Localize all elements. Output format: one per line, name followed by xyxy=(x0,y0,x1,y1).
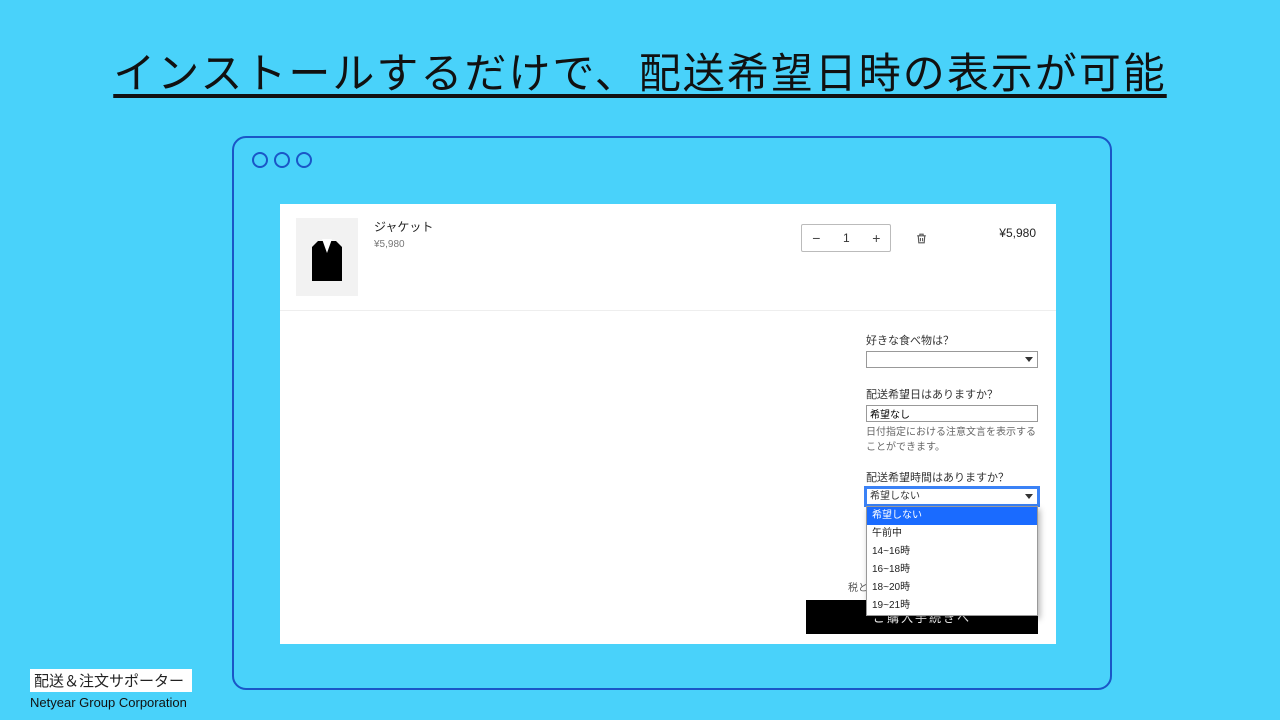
cart-row: ジャケット ¥5,980 − 1 + ¥5,980 xyxy=(280,204,1056,311)
quantity-decrease-button[interactable]: − xyxy=(802,225,830,251)
product-thumbnail[interactable] xyxy=(296,218,358,296)
delivery-date-note: 日付指定における注意文言を表示することができます。 xyxy=(866,425,1038,455)
window-control-max[interactable] xyxy=(296,152,312,168)
time-option[interactable]: 14~16時 xyxy=(867,543,1037,561)
window-controls xyxy=(234,138,1110,176)
remove-item-button[interactable] xyxy=(913,230,929,246)
delivery-time-label: 配送希望時間はありますか？ xyxy=(866,469,1038,485)
checkout-page: ジャケット ¥5,980 − 1 + ¥5,980 好きな食べ物は？ xyxy=(280,204,1056,644)
quantity-value: 1 xyxy=(830,225,862,251)
browser-window: ジャケット ¥5,980 − 1 + ¥5,980 好きな食べ物は？ xyxy=(232,136,1112,690)
time-option[interactable]: 18~20時 xyxy=(867,579,1037,597)
window-control-min[interactable] xyxy=(274,152,290,168)
delivery-date-label: 配送希望日はありますか？ xyxy=(866,386,1038,402)
time-option[interactable]: 午前中 xyxy=(867,525,1037,543)
fav-food-select[interactable] xyxy=(866,351,1038,368)
window-control-close[interactable] xyxy=(252,152,268,168)
branding: 配送＆注文サポーター Netyear Group Corporation xyxy=(30,669,192,710)
time-option[interactable]: 希望しない xyxy=(867,507,1037,525)
delivery-time-dropdown: 希望しない 午前中 14~16時 16~18時 18~20時 19~21時 xyxy=(866,506,1038,616)
page-title: インストールするだけで、配送希望日時の表示が可能 xyxy=(0,0,1280,101)
company-name: Netyear Group Corporation xyxy=(30,695,192,710)
product-name: ジャケット xyxy=(374,218,433,235)
product-unit-price: ¥5,980 xyxy=(374,239,433,250)
app-name: 配送＆注文サポーター xyxy=(30,669,192,692)
delivery-date-input[interactable] xyxy=(866,405,1038,422)
delivery-time-selected: 希望しない xyxy=(870,489,1034,504)
line-price: ¥5,980 xyxy=(999,226,1036,240)
quantity-increase-button[interactable]: + xyxy=(862,225,890,251)
time-option[interactable]: 16~18時 xyxy=(867,561,1037,579)
quantity-stepper: − 1 + xyxy=(801,224,891,252)
trash-icon xyxy=(915,232,928,245)
time-option[interactable]: 19~21時 xyxy=(867,597,1037,615)
delivery-time-select[interactable]: 希望しない xyxy=(866,488,1038,505)
fav-food-label: 好きな食べ物は？ xyxy=(866,332,1038,348)
delivery-form: 好きな食べ物は？ 配送希望日はありますか？ 日付指定における注意文言を表示するこ… xyxy=(866,332,1038,505)
